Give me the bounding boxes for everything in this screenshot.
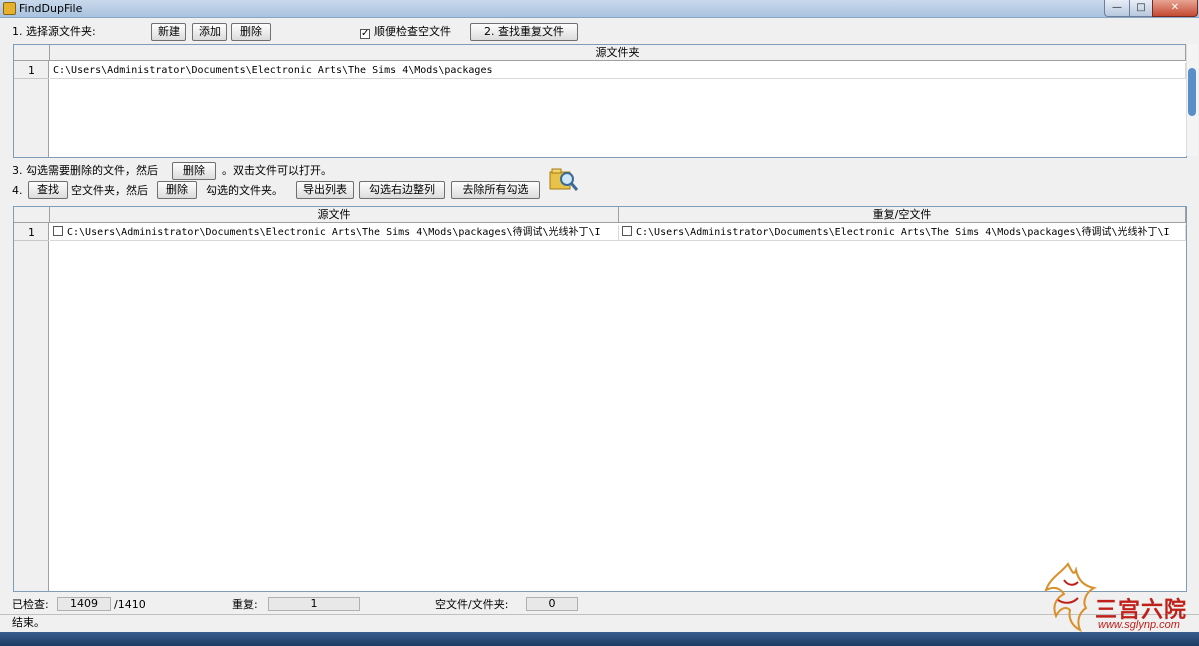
duplicate-file-column-header[interactable]: 重复/空文件 bbox=[619, 207, 1186, 223]
source-folder-grid[interactable]: 源文件夹 1 C:\Users\Administrator\Documents\… bbox=[13, 44, 1187, 158]
delete-empty-folders-button[interactable]: 删除 bbox=[157, 181, 197, 199]
export-list-button[interactable]: 导出列表 bbox=[296, 181, 354, 199]
search-folder-icon[interactable] bbox=[549, 165, 579, 193]
row-number[interactable]: 1 bbox=[14, 63, 49, 79]
source-folder-column-header[interactable]: 源文件夹 bbox=[50, 45, 1186, 61]
checked-label: 已检查: bbox=[12, 598, 49, 611]
duplicate-file-cell[interactable]: C:\Users\Administrator\Documents\Electro… bbox=[619, 225, 1186, 241]
row-number[interactable]: 1 bbox=[14, 225, 49, 241]
source-file-column-header[interactable]: 源文件 bbox=[50, 207, 619, 223]
delete-files-button[interactable]: 删除 bbox=[172, 162, 216, 180]
duplicate-file-path: C:\Users\Administrator\Documents\Electro… bbox=[636, 227, 1170, 238]
minimize-button[interactable]: — bbox=[1104, 0, 1130, 17]
source-file-cell[interactable]: C:\Users\Administrator\Documents\Electro… bbox=[50, 225, 619, 241]
checked-count-field: 1409 bbox=[57, 597, 111, 611]
duplicate-file-checkbox[interactable] bbox=[622, 226, 632, 236]
add-folder-button[interactable]: 添加 bbox=[192, 23, 227, 41]
source-file-path: C:\Users\Administrator\Documents\Electro… bbox=[67, 227, 601, 238]
step4-label: 4. bbox=[12, 184, 23, 197]
app-icon bbox=[3, 2, 16, 15]
duplicate-files-grid[interactable]: 源文件 重复/空文件 1 C:\Users\Administrator\Docu… bbox=[13, 206, 1187, 592]
checked-total: /1410 bbox=[114, 598, 146, 611]
delete-folder-button[interactable]: 删除 bbox=[231, 23, 271, 41]
step3-label: 3. 勾选需要删除的文件，然后 bbox=[12, 164, 158, 177]
window-title: FindDupFile bbox=[19, 2, 83, 15]
empty-files-count-field: 0 bbox=[526, 597, 578, 611]
step3-hint: 。双击文件可以打开。 bbox=[222, 164, 332, 177]
check-empty-label: 顺便检查空文件 bbox=[374, 25, 451, 38]
step4-after-label: 勾选的文件夹。 bbox=[206, 184, 283, 197]
source-file-checkbox[interactable] bbox=[53, 226, 63, 236]
maximize-button[interactable]: □ bbox=[1129, 0, 1153, 17]
grid-corner bbox=[14, 207, 50, 223]
empty-files-label: 空文件/文件夹: bbox=[435, 598, 509, 611]
checkbox-check-icon: ✓ bbox=[360, 28, 370, 39]
status-bar bbox=[0, 614, 1199, 632]
watermark-phoenix-logo bbox=[1044, 562, 1098, 632]
find-duplicates-button[interactable]: 2. 查找重复文件 bbox=[470, 23, 578, 41]
duplicates-label: 重复: bbox=[232, 598, 258, 611]
taskbar[interactable] bbox=[0, 632, 1199, 646]
step4-mid-label: 空文件夹，然后 bbox=[71, 184, 148, 197]
row-header-column bbox=[14, 223, 49, 591]
close-button[interactable]: ✕ bbox=[1152, 0, 1198, 17]
step1-label: 1. 选择源文件夹: bbox=[12, 25, 96, 38]
check-empty-checkbox[interactable]: ✓ 顺便检查空文件 bbox=[360, 25, 451, 39]
source-folder-path[interactable]: C:\Users\Administrator\Documents\Electro… bbox=[50, 63, 1186, 79]
new-folder-button[interactable]: 新建 bbox=[151, 23, 186, 41]
grid-corner bbox=[14, 45, 50, 61]
select-right-column-button[interactable]: 勾选右边整列 bbox=[359, 181, 445, 199]
title-bar[interactable] bbox=[0, 0, 1199, 18]
clear-all-checks-button[interactable]: 去除所有勾选 bbox=[451, 181, 540, 199]
status-text: 结束。 bbox=[12, 616, 45, 629]
find-empty-folders-button[interactable]: 查找 bbox=[28, 181, 68, 199]
scrollbar-thumb[interactable] bbox=[1188, 68, 1196, 116]
duplicates-count-field: 1 bbox=[268, 597, 360, 611]
watermark-url: www.sglynp.com bbox=[1098, 619, 1180, 631]
